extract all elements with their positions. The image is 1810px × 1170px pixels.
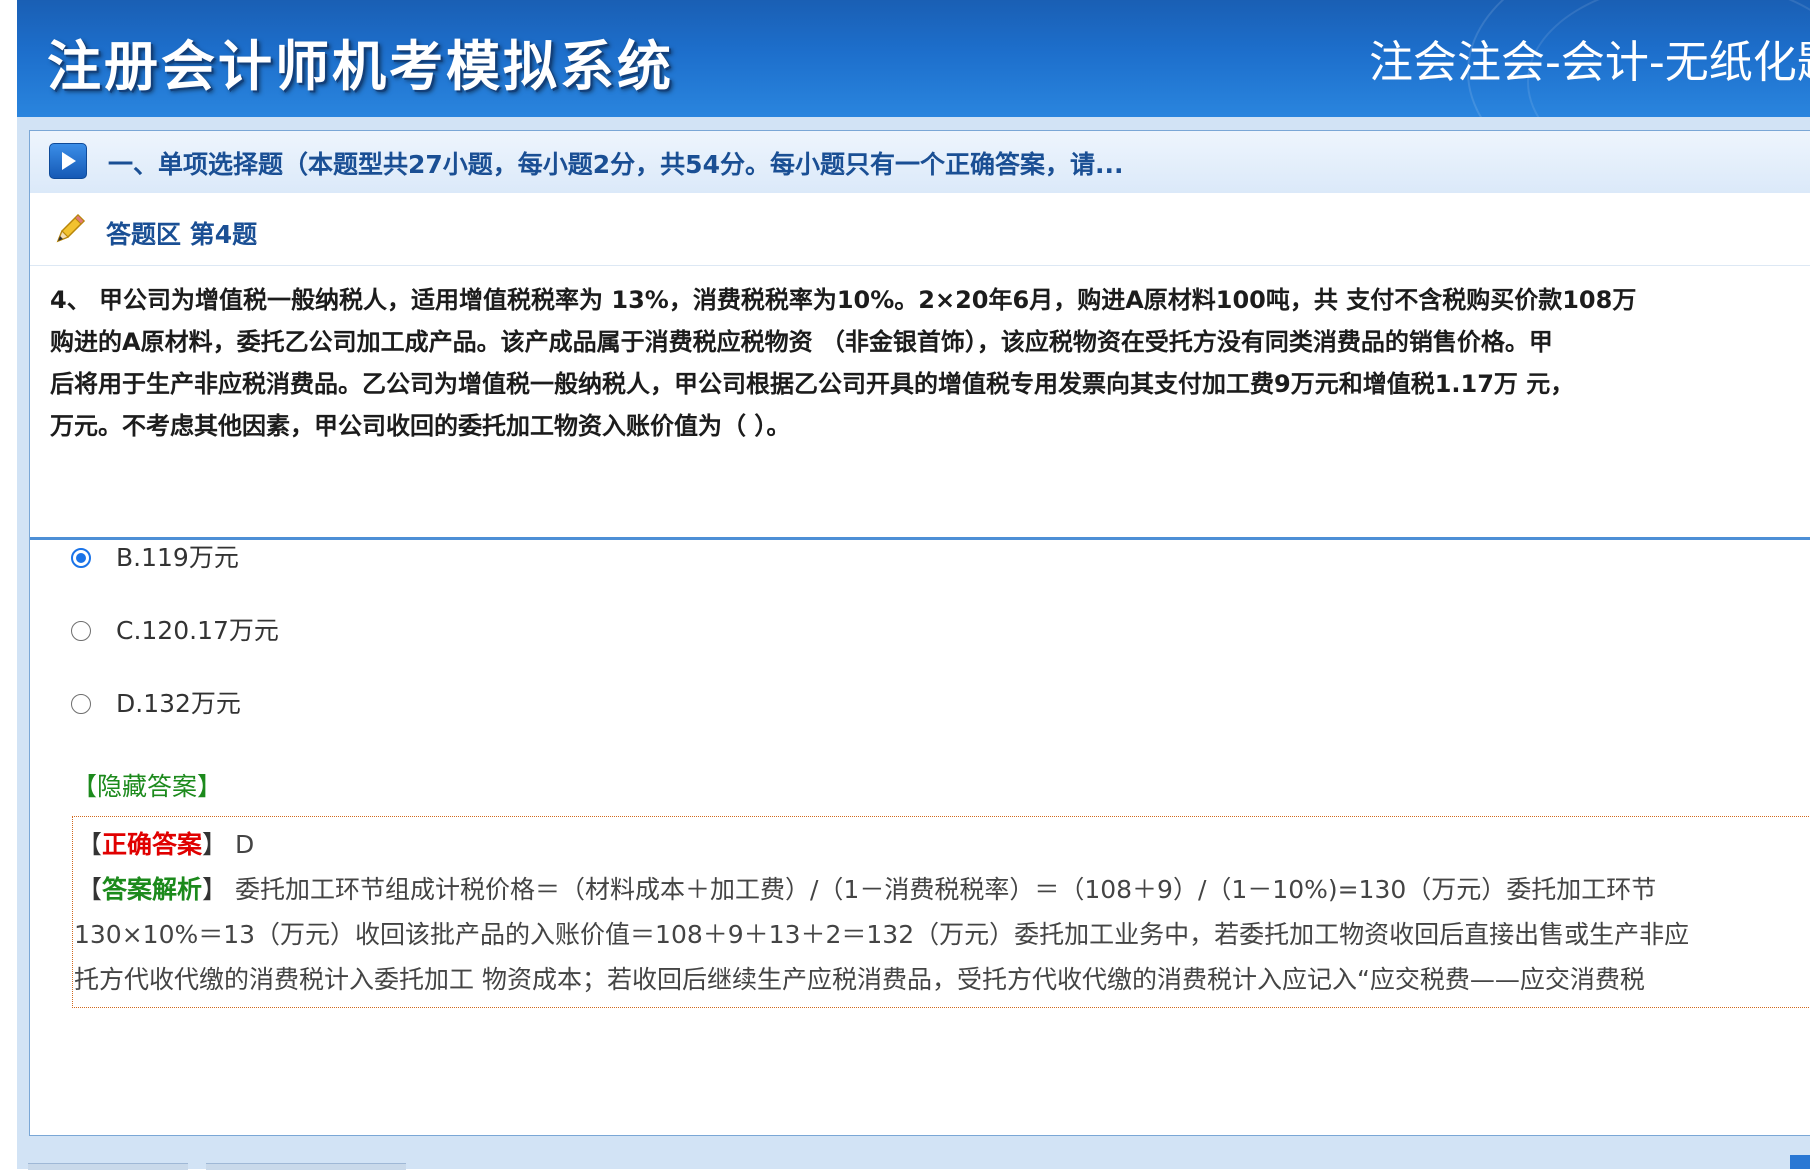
- question-line: 后将用于生产非应税消费品。乙公司为增值税一般纳税人，甲公司根据乙公司开具的增值税…: [50, 370, 1575, 398]
- correct-answer-label: 正确答案: [102, 830, 203, 859]
- analysis-text: 委托加工环节组成计税价格＝（材料成本＋加工费）/（1－消费税税率）＝（108＋9…: [235, 875, 1657, 904]
- footer-button[interactable]: [1790, 1155, 1810, 1169]
- question-line: 4、 甲公司为增值税一般纳税人，适用增值税税率为 13%，消费税税率为10%。2…: [50, 286, 1637, 314]
- question-line: 万元。不考虑其他因素，甲公司收回的委托加工物资入账价值为（ ）。: [50, 412, 791, 440]
- radio-button[interactable]: [71, 694, 91, 714]
- option-label[interactable]: B.119万元: [116, 543, 239, 573]
- question-panel: 一、单项选择题（本题型共27小题，每小题2分，共54分。每小题只有一个正确答案，…: [29, 130, 1810, 1136]
- header-banner: 注册会计师机考模拟系统 注会注会-会计-无纸化题: [17, 0, 1810, 117]
- answer-area-header: 答题区 第4题: [30, 193, 1810, 266]
- answer-box: 【正确答案】 D 【答案解析】 委托加工环节组成计税价格＝（材料成本＋加工费）/…: [72, 816, 1810, 1008]
- analysis-label: 答案解析: [102, 875, 203, 904]
- analysis-text: 托方代收代缴的消费税计入委托加工 物资成本；若收回后继续生产应税消费品，受托方代…: [74, 965, 1645, 994]
- option-label[interactable]: D.132万元: [116, 689, 241, 719]
- exam-name: 注会注会-会计-无纸化题: [1369, 37, 1810, 88]
- play-icon[interactable]: [49, 143, 87, 179]
- section-title: 一、单项选择题（本题型共27小题，每小题2分，共54分。每小题只有一个正确答案，…: [108, 150, 1124, 179]
- question-divider: [30, 537, 1810, 540]
- correct-answer-row: 【正确答案】 D: [77, 830, 255, 859]
- hide-answer-link[interactable]: 【隐藏答案】: [72, 771, 222, 803]
- analysis-text: 130×10%＝13（万元）收回该批产品的入账价值＝108＋9＋13＋2＝132…: [74, 920, 1690, 949]
- question-text: 4、 甲公司为增值税一般纳税人，适用增值税税率为 13%，消费税税率为10%。2…: [50, 279, 1810, 447]
- answer-area-title: 答题区 第4题: [106, 220, 258, 249]
- app-title: 注册会计师机考模拟系统: [47, 35, 674, 98]
- option-label[interactable]: C.120.17万元: [116, 616, 279, 646]
- pencil-icon: [56, 213, 86, 243]
- correct-answer-value: D: [235, 830, 255, 859]
- radio-button-checked[interactable]: [71, 548, 91, 568]
- radio-button[interactable]: [71, 621, 91, 641]
- section-header[interactable]: 一、单项选择题（本题型共27小题，每小题2分，共54分。每小题只有一个正确答案，…: [30, 131, 1810, 194]
- analysis-row: 【答案解析】 委托加工环节组成计税价格＝（材料成本＋加工费）/（1－消费税税率）…: [77, 875, 1657, 904]
- question-line: 购进的A原材料，委托乙公司加工成产品。该产成品属于消费税应税物资 （非金银首饰）…: [50, 328, 1553, 356]
